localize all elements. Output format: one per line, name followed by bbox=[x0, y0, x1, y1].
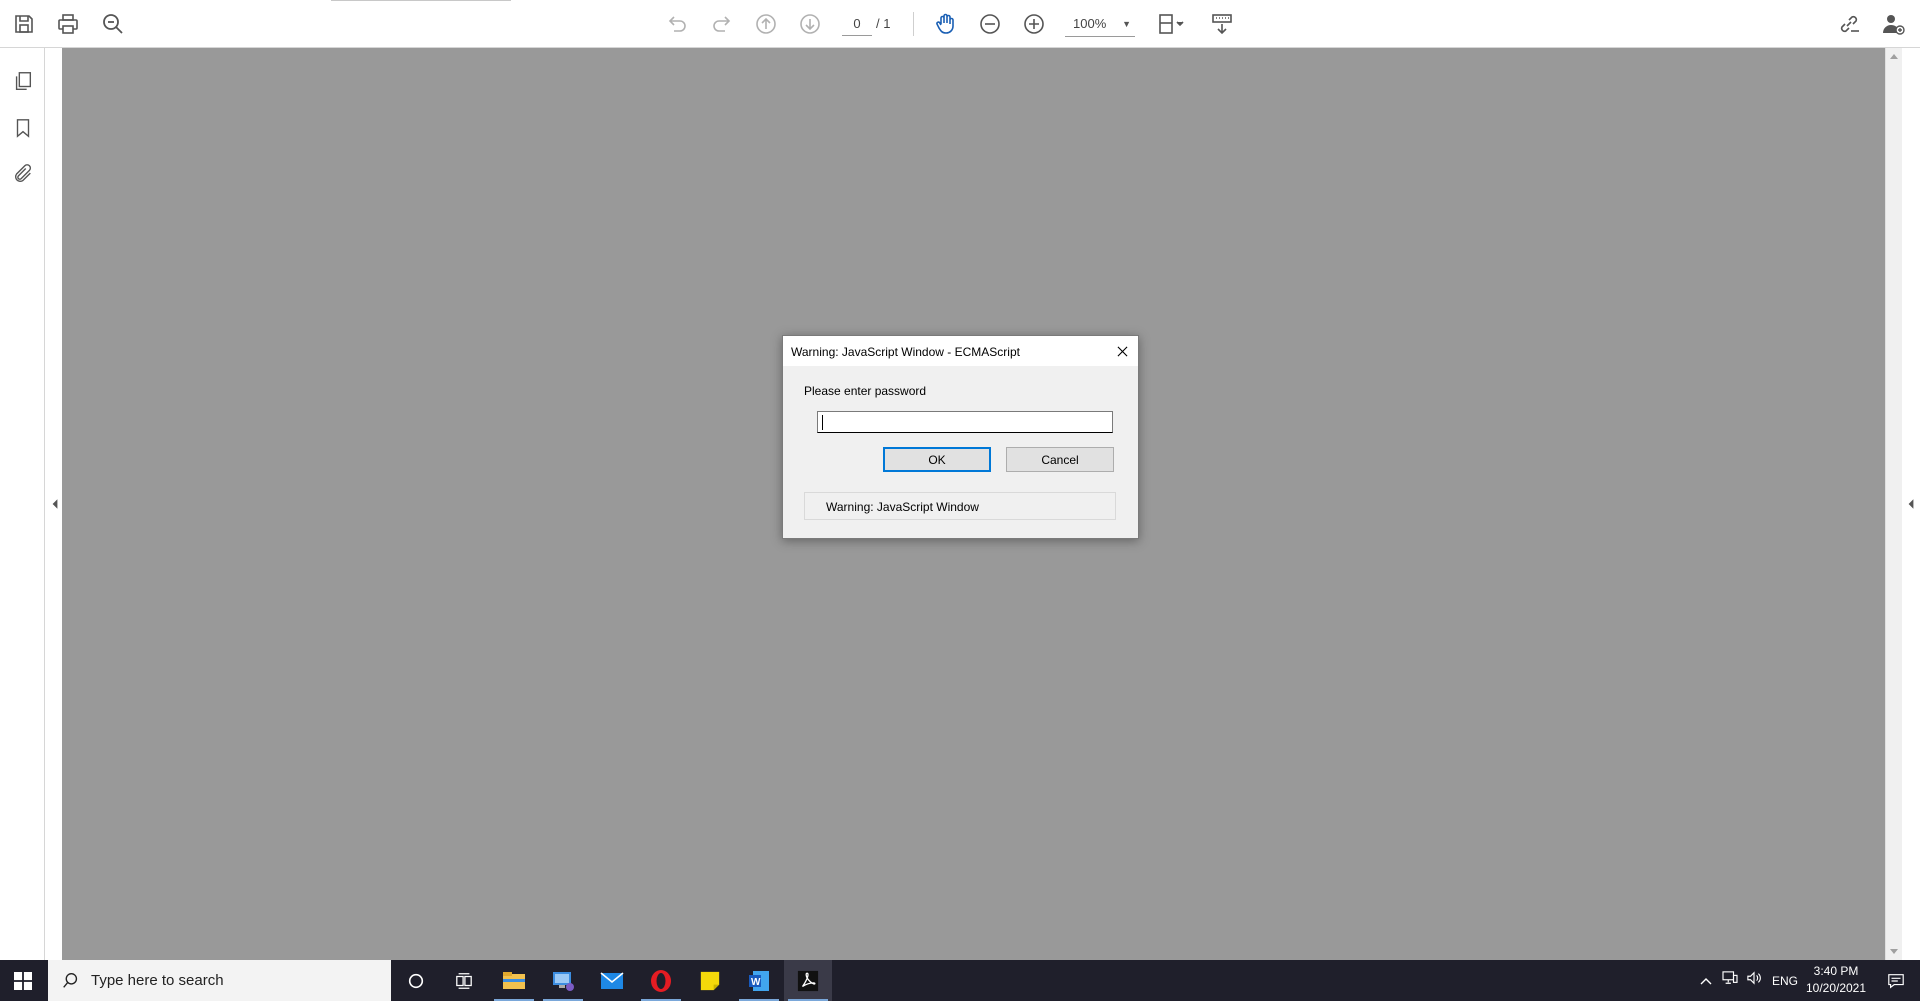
left-navigation-rail bbox=[0, 48, 45, 960]
search-placeholder: Type here to search bbox=[91, 972, 224, 989]
password-input[interactable] bbox=[817, 411, 1113, 433]
dialog-titlebar: Warning: JavaScript Window - ECMAScript bbox=[783, 336, 1138, 366]
bookmarks-icon[interactable] bbox=[10, 115, 36, 141]
opera-icon[interactable] bbox=[637, 960, 685, 1001]
page-number-input[interactable] bbox=[842, 12, 872, 36]
cortana-icon[interactable] bbox=[392, 960, 440, 1001]
windows-taskbar: Type here to search W ENG 3:40 PM 10/20/… bbox=[0, 960, 1920, 1001]
chevron-up-icon[interactable] bbox=[1700, 972, 1712, 990]
remote-desktop-icon[interactable] bbox=[539, 960, 587, 1001]
undo-icon[interactable] bbox=[663, 10, 691, 38]
volume-icon[interactable] bbox=[1746, 971, 1762, 990]
zoom-in-icon[interactable] bbox=[1020, 10, 1048, 38]
top-toolbar: / 1 100% ▼ bbox=[0, 0, 1920, 48]
save-icon[interactable] bbox=[10, 10, 38, 38]
acrobat-icon[interactable] bbox=[784, 960, 832, 1001]
page-display-icon[interactable] bbox=[1154, 10, 1190, 38]
dialog-title: Warning: JavaScript Window - ECMAScript bbox=[791, 345, 1020, 359]
taskbar-clock[interactable]: 3:40 PM 10/20/2021 bbox=[1804, 963, 1868, 997]
password-dialog: Warning: JavaScript Window - ECMAScript … bbox=[782, 335, 1139, 539]
file-explorer-icon[interactable] bbox=[490, 960, 538, 1001]
print-icon[interactable] bbox=[54, 10, 82, 38]
previous-page-icon[interactable] bbox=[752, 10, 780, 38]
zoom-value: 100% bbox=[1073, 16, 1107, 31]
mail-icon[interactable] bbox=[588, 960, 636, 1001]
sticky-notes-icon[interactable] bbox=[686, 960, 734, 1001]
chevron-down-icon: ▼ bbox=[1122, 18, 1131, 29]
svg-text:W: W bbox=[751, 977, 761, 988]
add-user-icon[interactable] bbox=[1879, 10, 1907, 38]
clock-time: 3:40 PM bbox=[1813, 964, 1859, 978]
cancel-button[interactable]: Cancel bbox=[1006, 447, 1114, 472]
password-prompt: Please enter password bbox=[804, 384, 927, 398]
scroll-up-icon[interactable] bbox=[1890, 54, 1898, 59]
scroll-down-icon[interactable] bbox=[1890, 949, 1898, 954]
word-icon[interactable]: W bbox=[735, 960, 783, 1001]
toolbar-divider bbox=[913, 12, 914, 36]
left-panel-toggle-icon[interactable] bbox=[50, 497, 60, 511]
zoom-out-icon[interactable] bbox=[976, 10, 1004, 38]
notifications-icon[interactable] bbox=[1872, 960, 1920, 1001]
dialog-warning-footer: Warning: JavaScript Window bbox=[804, 492, 1116, 520]
right-panel-toggle-icon[interactable] bbox=[1906, 497, 1916, 511]
attachments-icon[interactable] bbox=[10, 161, 36, 187]
page-thumbnails-icon[interactable] bbox=[10, 68, 36, 94]
vertical-scrollbar[interactable] bbox=[1885, 48, 1902, 960]
find-icon[interactable] bbox=[99, 10, 127, 38]
clock-date: 10/20/2021 bbox=[1805, 981, 1867, 995]
system-tray: ENG bbox=[1696, 960, 1798, 1001]
close-icon[interactable] bbox=[1112, 341, 1132, 361]
share-link-icon[interactable] bbox=[1835, 10, 1863, 38]
task-view-icon[interactable] bbox=[440, 960, 488, 1001]
text-caret bbox=[822, 415, 823, 430]
page-total-label: / 1 bbox=[876, 16, 891, 31]
tab-indicator bbox=[331, 0, 511, 1]
search-icon bbox=[63, 973, 78, 988]
zoom-dropdown[interactable]: 100% ▼ bbox=[1065, 11, 1135, 37]
next-page-icon[interactable] bbox=[796, 10, 824, 38]
ok-button[interactable]: OK bbox=[883, 447, 991, 472]
language-indicator[interactable]: ENG bbox=[1772, 974, 1798, 988]
scroll-mode-icon[interactable] bbox=[1208, 10, 1236, 38]
windows-start-icon[interactable] bbox=[0, 960, 46, 1001]
hand-tool-icon[interactable] bbox=[932, 10, 960, 38]
network-icon[interactable] bbox=[1722, 971, 1738, 990]
taskbar-search-box[interactable]: Type here to search bbox=[48, 960, 391, 1001]
redo-icon[interactable] bbox=[708, 10, 736, 38]
warning-footer-text: Warning: JavaScript Window bbox=[826, 500, 979, 514]
